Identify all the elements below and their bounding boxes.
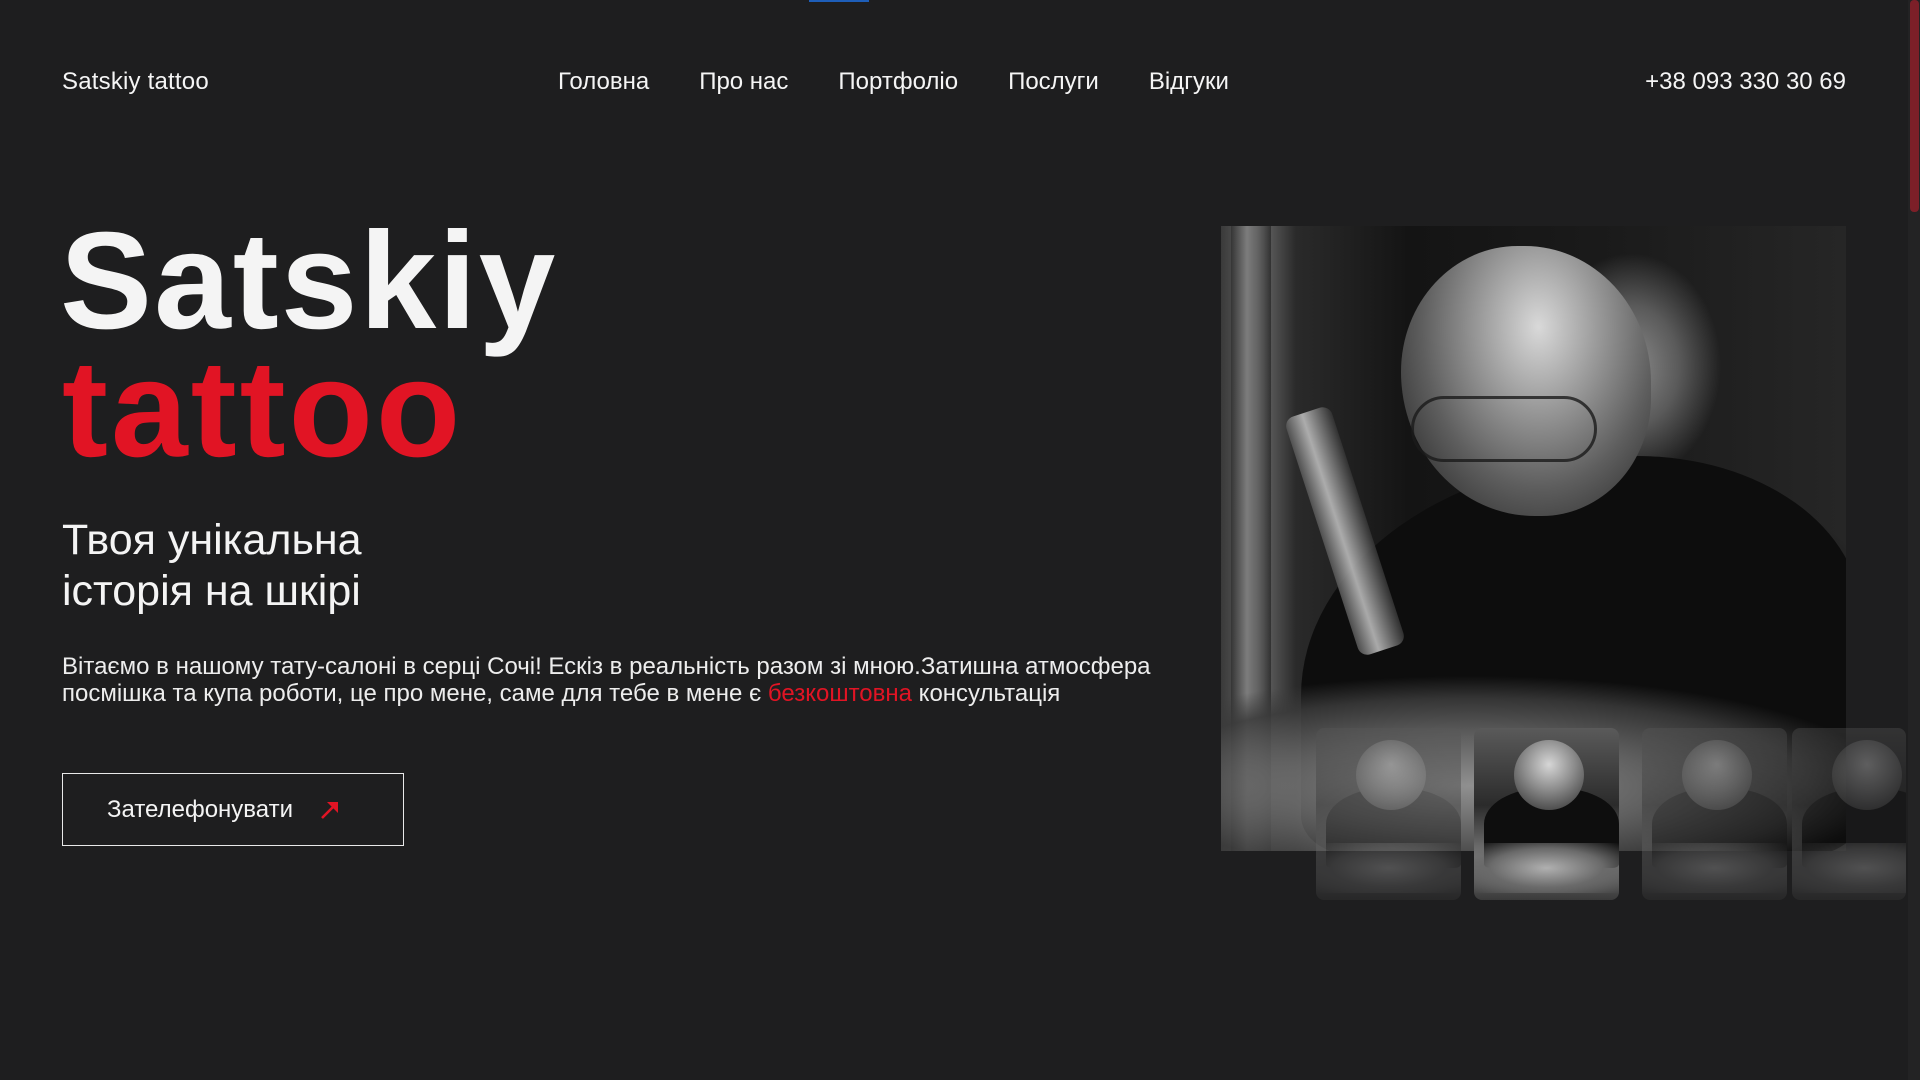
thumb-head [1356, 740, 1426, 810]
hero-intro: Вітаємо в нашому тату-салоні в серці Соч… [62, 653, 1182, 707]
gallery-thumbnails [1316, 728, 1906, 900]
thumb-arm [1316, 843, 1461, 893]
intro-accent-free: безкоштовна [767, 680, 912, 707]
hero-tagline: Твоя унікальна історія на шкірі [62, 515, 662, 617]
nav-item-portfolio[interactable]: Портфоліо [838, 68, 958, 96]
call-button-label: Зателефонувати [107, 795, 293, 823]
thumb-arm [1474, 843, 1619, 893]
gallery-thumbnail-1[interactable] [1316, 728, 1461, 900]
thumb-head [1514, 740, 1584, 810]
photo-artist-glasses [1411, 396, 1597, 462]
thumb-arm [1642, 843, 1787, 893]
tagline-line-1: Твоя унікальна [62, 516, 362, 564]
nav-item-services[interactable]: Послуги [1008, 68, 1099, 96]
thumb-head [1682, 740, 1752, 810]
nav-item-reviews[interactable]: Відгуки [1149, 68, 1229, 96]
nav-item-about[interactable]: Про нас [699, 68, 788, 96]
gallery-thumbnail-4[interactable] [1792, 728, 1906, 900]
scrollbar-thumb[interactable] [1910, 0, 1919, 212]
hero-title-name: Satskiy [60, 204, 558, 358]
thumb-head [1832, 740, 1902, 810]
photo-artist-head [1401, 246, 1651, 516]
top-accent-bar [809, 0, 869, 2]
gallery-thumbnail-3[interactable] [1642, 728, 1787, 900]
intro-tail: консультація [912, 680, 1061, 707]
site-logo[interactable]: Satskiy tattoo [62, 68, 209, 96]
call-button[interactable]: Зателефонувати [62, 773, 404, 846]
tagline-line-2: історія на шкірі [62, 567, 361, 615]
page: Satskiy tattoo Головна Про нас Портфоліо… [0, 0, 1920, 1080]
hero-title-tattoo: tattoo [62, 332, 464, 486]
main-nav: Головна Про нас Портфоліо Послуги Відгук… [558, 68, 1229, 96]
gallery-thumbnail-2-active[interactable] [1474, 728, 1619, 900]
nav-item-home[interactable]: Головна [558, 68, 649, 96]
thumb-arm [1792, 843, 1906, 893]
arrow-up-right-icon [319, 799, 341, 821]
page-scrollbar[interactable] [1908, 0, 1920, 1080]
phone-link[interactable]: +38 093 330 30 69 [1645, 68, 1846, 96]
